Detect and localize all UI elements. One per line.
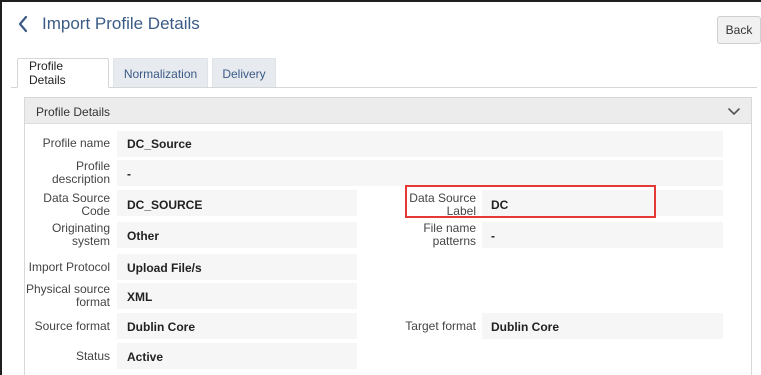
physical-source-format-label-2: format (75, 295, 110, 309)
status-label: Status (75, 349, 110, 363)
physical-source-format-label-1: Physical source (25, 282, 110, 296)
profile-name-value: DC_Source (127, 137, 192, 151)
back-button[interactable]: Back (717, 16, 761, 44)
source-format-label: Source format (34, 319, 110, 333)
data-source-label-highlight (405, 185, 656, 218)
import-protocol-label: Import Protocol (28, 260, 110, 274)
data-source-code-value: DC_SOURCE (127, 198, 203, 212)
profile-description-label-2: description (51, 172, 110, 186)
file-name-patterns-row (482, 222, 723, 248)
source-format-value: Dublin Core (127, 320, 195, 334)
file-name-patterns-label-1: File name (423, 221, 476, 235)
physical-source-format-value: XML (127, 290, 153, 304)
originating-system-label-2: system (71, 234, 110, 248)
originating-system-label-1: Originating (51, 221, 110, 235)
panel-header[interactable]: Profile Details (25, 98, 751, 124)
tab-profile-details[interactable]: Profile Details (17, 58, 109, 88)
tab-divider (11, 87, 757, 88)
profile-description-value: - (127, 167, 131, 181)
tab-normalization[interactable]: Normalization (113, 58, 208, 88)
profile-name-label: Profile name (42, 136, 110, 150)
chevron-down-icon[interactable] (727, 104, 741, 118)
tab-bar: Profile Details Normalization Delivery (17, 58, 276, 88)
originating-system-value: Other (127, 229, 160, 243)
profile-description-row (117, 160, 723, 186)
status-value: Active (127, 350, 164, 364)
file-name-patterns-value: - (491, 229, 495, 243)
data-source-code-label-2: Code (81, 204, 110, 218)
tab-delivery[interactable]: Delivery (212, 58, 276, 88)
physical-source-format-row (117, 283, 357, 309)
import-protocol-value: Upload File/s (127, 261, 202, 275)
panel-title: Profile Details (36, 105, 111, 119)
data-source-code-label-1: Data Source (43, 191, 110, 205)
profile-description-label-1: Profile (75, 159, 110, 173)
page-header: Import Profile Details Back (2, 2, 761, 46)
target-format-label: Target format (405, 319, 476, 333)
target-format-value: Dublin Core (491, 320, 559, 334)
file-name-patterns-label-2: patterns (432, 234, 476, 248)
chevron-left-icon[interactable] (14, 13, 32, 35)
profile-name-row (117, 131, 723, 157)
page-title: Import Profile Details (42, 14, 200, 33)
